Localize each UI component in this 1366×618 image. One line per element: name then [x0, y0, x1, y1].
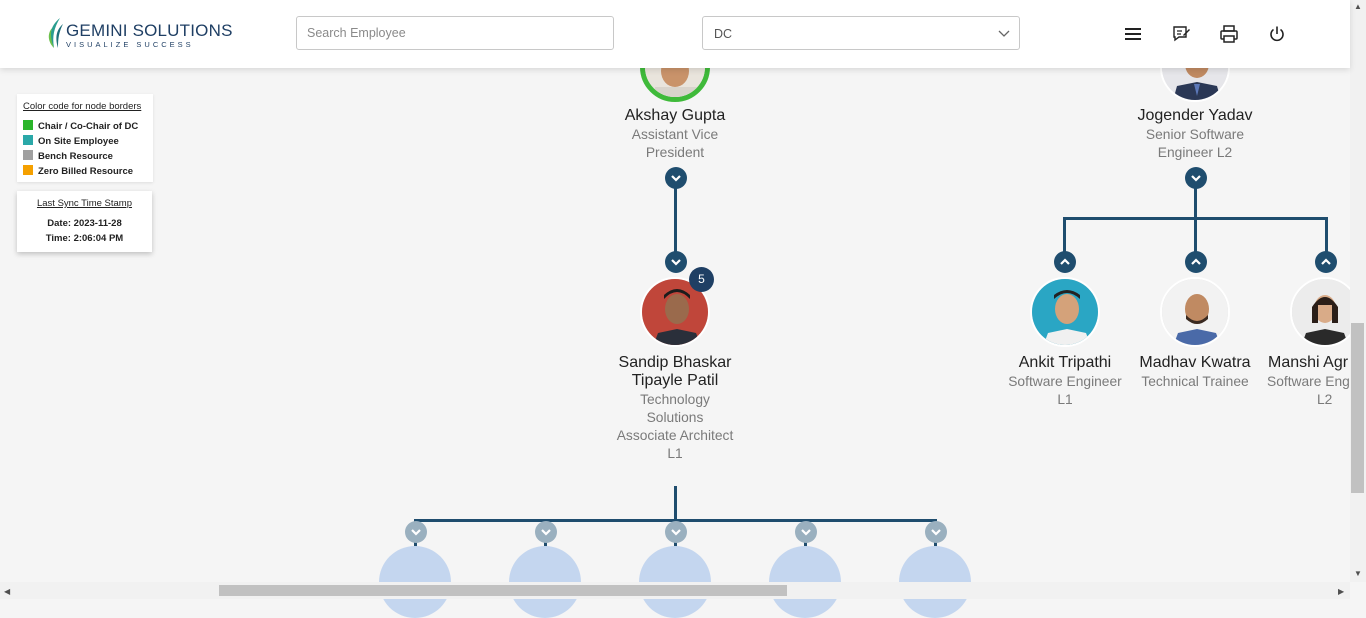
chevron-down-icon: [801, 529, 811, 536]
node-title: Engineer L2: [1157, 145, 1233, 160]
vertical-scroll-thumb[interactable]: [1351, 323, 1364, 493]
node-name: Jogender Yadav: [1137, 107, 1253, 124]
sync-timestamp-card: Last Sync Time Stamp Date: 2023-11-28 Ti…: [17, 191, 152, 252]
sync-time: Time: 2:06:04 PM: [45, 233, 124, 244]
legend-swatch: [23, 135, 33, 145]
scroll-up-arrow-icon[interactable]: ▲: [1354, 2, 1362, 11]
legend-swatch: [23, 165, 33, 175]
legend-swatch: [23, 150, 33, 160]
connector-line: [1194, 217, 1197, 255]
legend-item-onsite: On Site Employee: [23, 135, 119, 147]
node-title: Senior Software: [1145, 127, 1245, 142]
node-name: Manshi Agr: [1268, 354, 1349, 371]
node-title: Solutions: [646, 410, 704, 425]
child-count-badge: 5: [689, 267, 714, 292]
expand-chevron-down-icon[interactable]: [405, 521, 427, 543]
legend-label: On Site Employee: [38, 136, 119, 147]
node-name: Tipayle Patil: [631, 372, 719, 389]
sync-date: Date: 2023-11-28: [47, 218, 122, 229]
print-icon[interactable]: [1219, 24, 1239, 44]
expand-chevron-down-icon[interactable]: [665, 521, 687, 543]
legend-item-bench: Bench Resource: [23, 150, 113, 162]
expand-chevron-down-icon[interactable]: [925, 521, 947, 543]
connector-line: [1194, 186, 1197, 220]
avatar-ankit-tripathi[interactable]: [1030, 277, 1100, 347]
feedback-icon[interactable]: [1171, 24, 1191, 44]
legend-label: Zero Billed Resource: [38, 166, 134, 177]
legend-label: Bench Resource: [38, 151, 113, 162]
node-name: Ankit Tripathi: [1018, 354, 1112, 371]
sync-title: Last Sync Time Stamp: [36, 198, 133, 209]
expand-chevron-down-icon[interactable]: [1185, 167, 1207, 189]
connector-line: [1325, 217, 1328, 255]
gemini-logo[interactable]: GEMINI SOLUTIONS VISUALIZE SUCCESS: [46, 16, 232, 52]
leaf-icon: [48, 18, 63, 48]
chevron-up-icon: [1321, 258, 1331, 265]
connector-line: [674, 186, 677, 256]
chevron-up-icon: [1060, 258, 1070, 265]
node-name: Sandip Bhaskar: [618, 354, 732, 371]
node-title: Assistant Vice: [631, 127, 719, 142]
chevron-down-icon: [671, 529, 681, 536]
chevron-down-icon: [541, 529, 551, 536]
node-title: Software Eng: [1267, 374, 1350, 389]
avatar-madhav-kwatra[interactable]: [1160, 277, 1230, 347]
legend-label: Chair / Co-Chair of DC: [38, 121, 139, 132]
chevron-up-icon: [1191, 258, 1201, 265]
scroll-down-arrow-icon[interactable]: ▼: [1354, 569, 1362, 578]
logo-tagline: VISUALIZE SUCCESS: [66, 40, 194, 49]
collapse-chevron-up-icon[interactable]: [1054, 251, 1076, 273]
expand-chevron-down-icon[interactable]: [795, 521, 817, 543]
chevron-down-icon: [671, 175, 681, 182]
legend-swatch: [23, 120, 33, 130]
node-title: L1: [667, 446, 683, 461]
color-legend: Color code for node borders Chair / Co-C…: [17, 94, 153, 182]
person-photo-icon: [1162, 279, 1228, 345]
logo-text: GEMINI SOLUTIONS: [66, 21, 233, 40]
dc-select-value: DC: [714, 27, 733, 41]
node-name: Akshay Gupta: [624, 107, 726, 124]
node-name: Madhav Kwatra: [1139, 354, 1251, 371]
scroll-right-arrow-icon[interactable]: ▶: [1338, 587, 1344, 596]
legend-item-zero-billed: Zero Billed Resource: [23, 165, 133, 177]
expand-chevron-down-icon[interactable]: [665, 167, 687, 189]
node-title: President: [645, 145, 705, 160]
search-employee-input[interactable]: [296, 16, 614, 50]
node-title: Technical Trainee: [1141, 374, 1249, 389]
chevron-down-icon: [1191, 175, 1201, 182]
chevron-down-icon: [671, 259, 681, 266]
expand-chevron-down-icon[interactable]: [665, 251, 687, 273]
power-icon[interactable]: [1267, 24, 1287, 44]
node-title: L1: [1057, 392, 1073, 407]
scroll-left-arrow-icon[interactable]: ◀: [4, 587, 10, 596]
connector-line: [1063, 217, 1066, 255]
vertical-scrollbar[interactable]: [1350, 0, 1366, 582]
node-title: Software Engineer: [1008, 374, 1122, 389]
dc-select[interactable]: DC: [702, 16, 1020, 50]
node-title: L2: [1317, 392, 1333, 407]
expand-chevron-down-icon[interactable]: [535, 521, 557, 543]
horizontal-scroll-thumb[interactable]: [219, 585, 787, 596]
connector-line: [674, 486, 677, 522]
person-photo-icon: [1032, 279, 1098, 345]
node-title: Associate Architect: [616, 428, 734, 443]
chevron-down-icon: [998, 30, 1010, 37]
collapse-chevron-up-icon[interactable]: [1315, 251, 1337, 273]
legend-item-chair: Chair / Co-Chair of DC: [23, 120, 138, 132]
chevron-down-icon: [411, 529, 421, 536]
legend-title: Color code for node borders: [23, 101, 142, 112]
collapse-chevron-up-icon[interactable]: [1185, 251, 1207, 273]
top-header: GEMINI SOLUTIONS VISUALIZE SUCCESS DC: [0, 0, 1350, 68]
chevron-down-icon: [931, 529, 941, 536]
menu-icon[interactable]: [1123, 24, 1143, 44]
node-title: Technology: [640, 392, 710, 407]
